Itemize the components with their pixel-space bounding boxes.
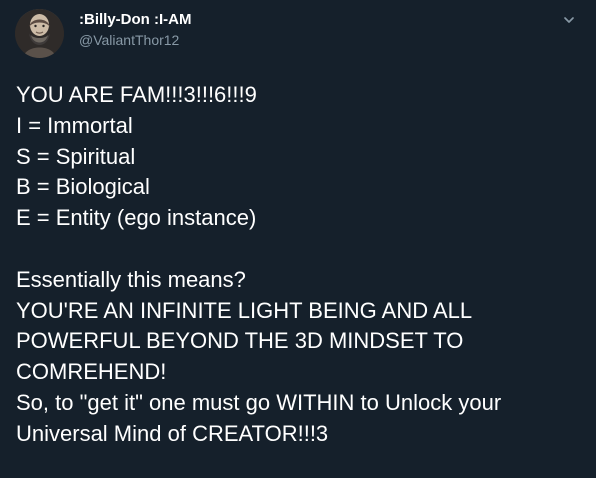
tweet-line: COMREHEND!	[16, 359, 167, 385]
tweet-line: Universal Mind of CREATOR!!!3	[16, 420, 329, 446]
profile-photo	[15, 9, 64, 58]
tweet-line: I = Immortal	[16, 112, 133, 138]
tweet-line: E = Entity (ego instance)	[16, 205, 257, 231]
tweet-line: Essentially this means?	[16, 266, 246, 292]
tweet-line: YOU'RE AN INFINITE LIGHT BEING AND ALL	[16, 297, 473, 323]
tweet-line: POWERFUL BEYOND THE 3D MINDSET TO	[16, 328, 464, 354]
tweet-text: YOU ARE FAM!!!3!!!6!!!9 I = Immortal S =…	[16, 80, 578, 450]
bottom-fade	[16, 466, 580, 478]
tweet-line: So, to "get it" one must go WITHIN to Un…	[16, 389, 502, 415]
author-handle[interactable]: @ValiantThor12	[79, 31, 499, 49]
chevron-down-icon	[563, 14, 575, 26]
tweet-card: :Billy-Don :I-AM @ValiantThor12 YOU ARE …	[0, 0, 596, 478]
tweet-line: YOU ARE FAM!!!3!!!6!!!9	[16, 82, 257, 107]
tweet-line: S = Spiritual	[16, 143, 136, 169]
author-display-name[interactable]: :Billy-Don :I-AM	[79, 11, 499, 29]
avatar[interactable]	[15, 9, 64, 58]
tweet-line: B = Biological	[16, 174, 150, 200]
author-info: :Billy-Don :I-AM @ValiantThor12	[79, 11, 499, 49]
more-options-button[interactable]	[560, 11, 578, 29]
